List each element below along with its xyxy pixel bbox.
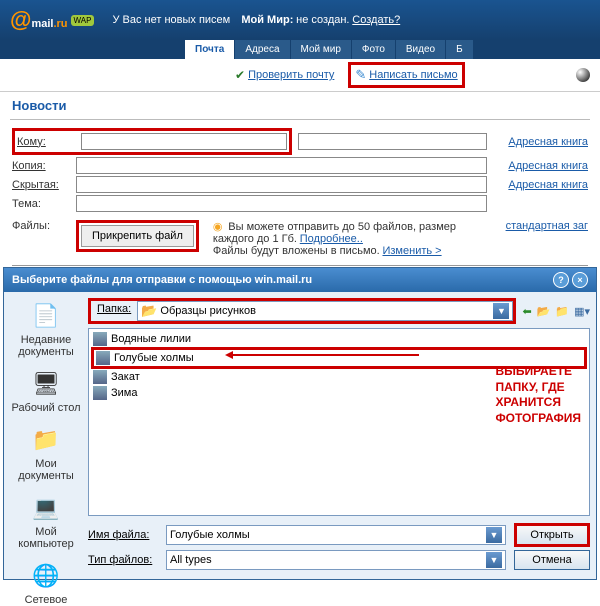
image-icon — [93, 386, 107, 400]
address-book-link[interactable]: Адресная книга — [493, 136, 588, 148]
address-book-link-3[interactable]: Адресная книга — [493, 179, 588, 191]
hidden-input[interactable] — [76, 176, 487, 193]
attach-file-button[interactable]: Прикрепить файл — [81, 225, 194, 247]
image-icon — [93, 370, 107, 384]
logo[interactable]: @mail.ru — [10, 7, 68, 33]
recent-icon: 📄 — [30, 300, 62, 332]
check-mail-link[interactable]: ✔ Проверить почту — [235, 68, 334, 82]
to-input-ext[interactable] — [298, 133, 487, 150]
dialog-title: Выберите файлы для отправки с помощью wi… — [12, 274, 312, 286]
up-icon[interactable]: 📂 — [537, 305, 551, 318]
subbar: ✔ Проверить почту ✎ Написать письмо — [0, 59, 600, 92]
news-heading[interactable]: Новости — [0, 92, 600, 119]
dialog-titlebar[interactable]: Выберите файлы для отправки с помощью wi… — [4, 268, 596, 292]
to-label: Кому: — [17, 136, 75, 148]
help-button[interactable]: ? — [553, 272, 569, 288]
filename-label: Имя файла: — [88, 529, 158, 541]
tab-video[interactable]: Видео — [396, 40, 446, 59]
tab-more[interactable]: Б — [446, 40, 474, 59]
subject-label: Тема: — [12, 198, 70, 210]
file-item[interactable]: Водяные лилии — [91, 331, 587, 347]
close-button[interactable]: × — [572, 272, 588, 288]
wap-badge: WAP — [71, 15, 95, 26]
folder-icon: 📁 — [30, 424, 62, 456]
cancel-button[interactable]: Отмена — [514, 550, 590, 570]
newfolder-icon[interactable]: 📁 — [555, 305, 569, 318]
annotation-arrow — [229, 354, 419, 356]
folder-label: Папка: — [91, 301, 137, 321]
subject-input[interactable] — [76, 195, 487, 212]
main-tabs: Почта Адреса Мой мир Фото Видео Б — [0, 40, 600, 59]
mail-status: У Вас нет новых писем Мой Мир: не создан… — [112, 14, 400, 26]
computer-icon: 💻 — [30, 492, 62, 524]
annotation-text: ВЫБИРАЕТЕ ПАПКУ, ГДЕ ХРАНИТСЯ ФОТОГРАФИЯ — [495, 364, 581, 426]
file-list[interactable]: Водяные лилии Голубые холмы Закат Зима В… — [88, 328, 590, 516]
view-icon[interactable]: ▦▾ — [574, 305, 590, 318]
image-icon — [93, 332, 107, 346]
attach-hint: ◉ Вы можете отправить до 50 файлов, разм… — [213, 220, 487, 257]
folder-dropdown[interactable]: 📂 Образцы рисунков ▼ — [137, 301, 513, 321]
copy-label: Копия: — [12, 160, 70, 172]
sb-recent[interactable]: 📄Недавние документы — [10, 300, 82, 358]
ball-icon[interactable] — [576, 68, 590, 82]
dialog-sidebar: 📄Недавние документы 🖥Рабочий стол 📁Мои д… — [10, 298, 82, 573]
address-book-link-2[interactable]: Адресная книга — [493, 160, 588, 172]
tab-photo[interactable]: Фото — [352, 40, 396, 59]
network-icon: 🌐 — [30, 560, 62, 592]
check-icon: ✔ — [235, 68, 245, 82]
desktop-icon: 🖥 — [30, 368, 62, 400]
tab-mail[interactable]: Почта — [185, 40, 235, 59]
open-button[interactable]: Открыть — [514, 523, 590, 547]
more-link[interactable]: Подробнее.. — [300, 233, 363, 245]
back-icon[interactable]: ⬅ — [522, 305, 531, 318]
disk-icon: ◉ — [213, 221, 223, 233]
tab-world[interactable]: Мой мир — [291, 40, 352, 59]
hidden-label: Скрытая: — [12, 179, 70, 191]
tab-addresses[interactable]: Адреса — [235, 40, 290, 59]
dropdown-arrow-icon: ▼ — [493, 303, 509, 319]
folder-small-icon: 📂 — [141, 303, 157, 319]
copy-input[interactable] — [76, 157, 487, 174]
image-icon — [96, 351, 110, 365]
file-dialog: Выберите файлы для отправки с помощью wi… — [3, 267, 597, 580]
filename-input[interactable]: Голубые холмы▼ — [166, 525, 506, 545]
filetype-dropdown[interactable]: All types▼ — [166, 550, 506, 570]
files-label: Файлы: — [12, 220, 70, 232]
sb-network[interactable]: 🌐Сетевое — [25, 560, 68, 606]
change-link[interactable]: Изменить > — [382, 245, 441, 257]
sb-mydocs[interactable]: 📁Мои документы — [10, 424, 82, 482]
filetype-label: Тип файлов: — [88, 554, 158, 566]
write-letter-link[interactable]: ✎ Написать письмо — [348, 62, 464, 88]
dropdown-arrow-icon: ▼ — [486, 527, 502, 543]
pen-icon: ✎ — [355, 67, 366, 83]
sb-mycomp[interactable]: 💻Мой компьютер — [10, 492, 82, 550]
standard-link[interactable]: стандартная заг — [493, 220, 588, 232]
dropdown-arrow-icon: ▼ — [486, 552, 502, 568]
create-world-link[interactable]: Создать? — [352, 14, 400, 26]
sb-desktop[interactable]: 🖥Рабочий стол — [11, 368, 80, 414]
to-input[interactable] — [81, 133, 287, 150]
header: @mail.ru WAP У Вас нет новых писем Мой М… — [0, 0, 600, 40]
